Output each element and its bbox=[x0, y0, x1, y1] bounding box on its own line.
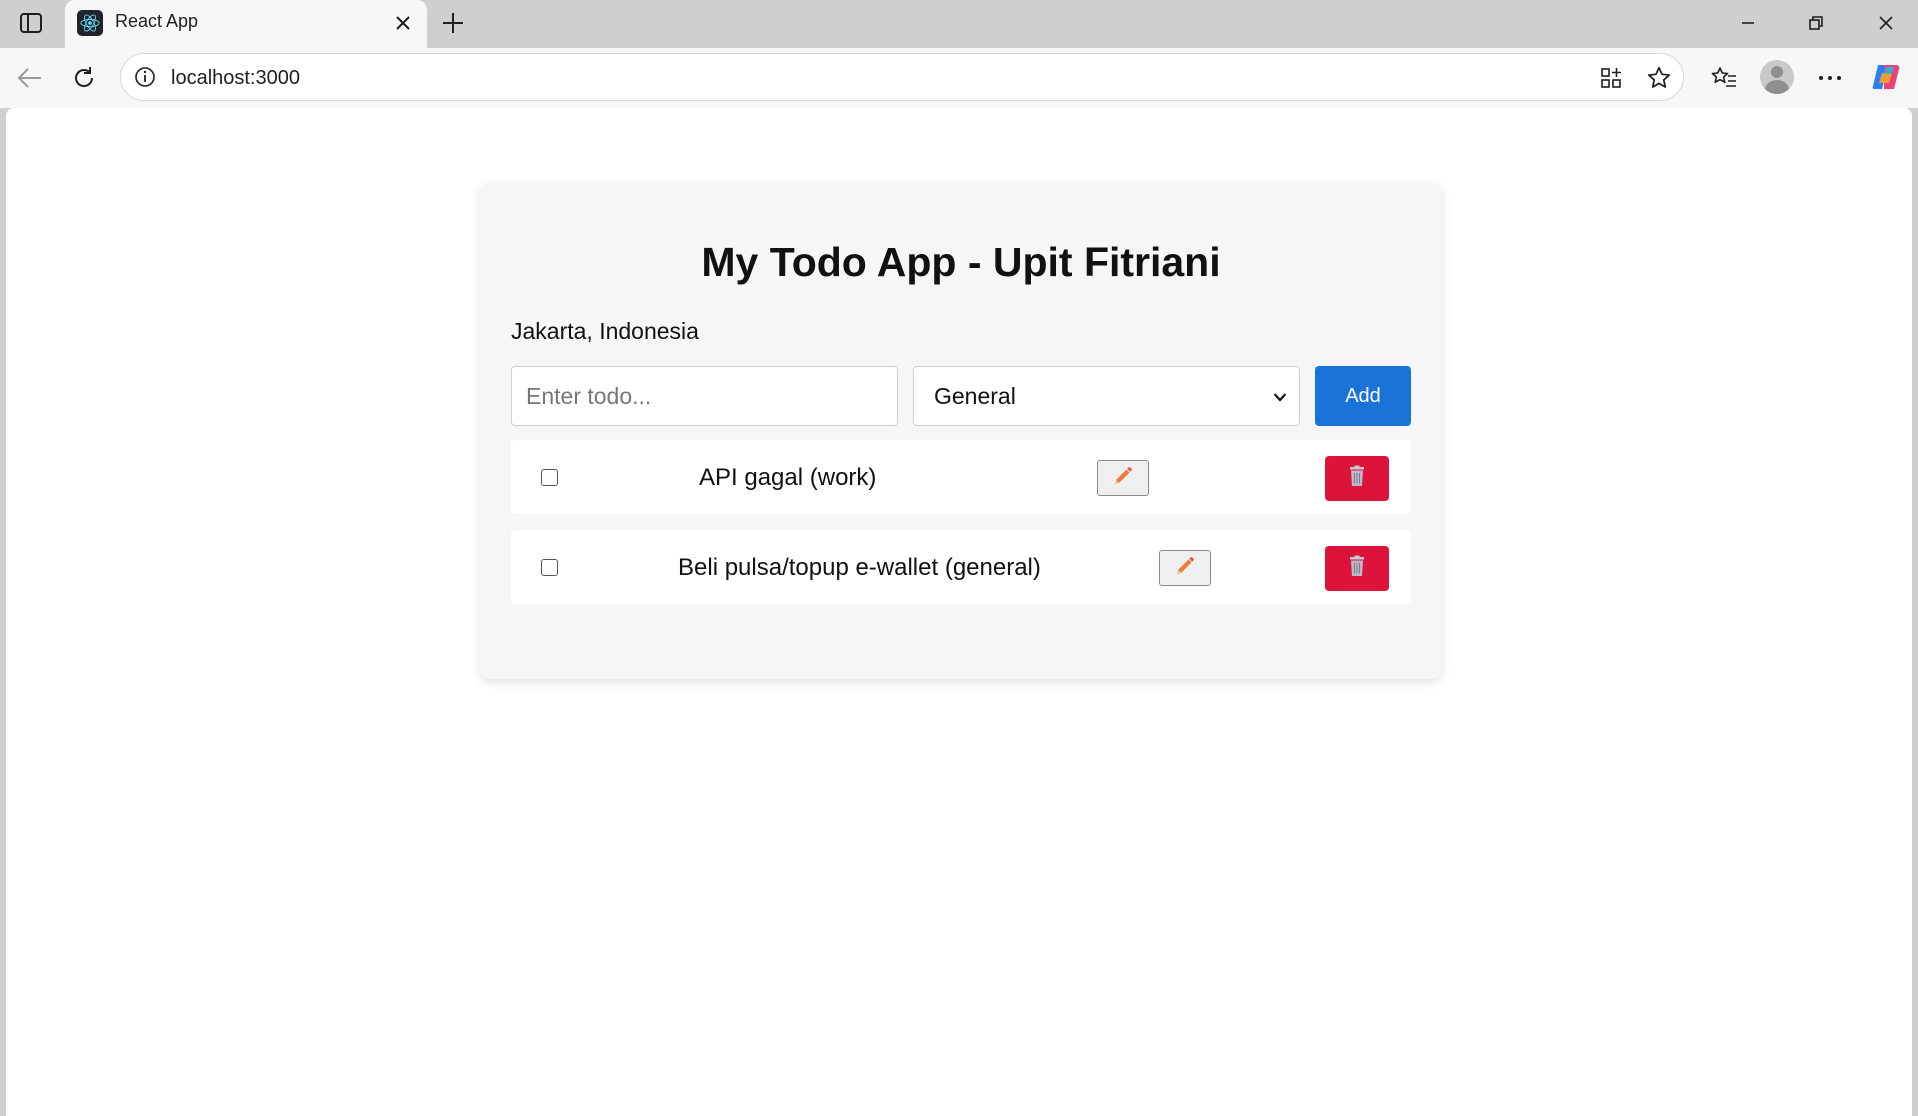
tab-close-icon[interactable] bbox=[391, 11, 415, 35]
browser-title-bar: React App bbox=[0, 0, 1918, 48]
new-tab-icon[interactable] bbox=[438, 8, 468, 38]
todo-item: Beli pulsa/topup e-wallet (general) bbox=[511, 530, 1411, 604]
minimize-icon[interactable] bbox=[1728, 8, 1768, 38]
sidebar-toggle-icon[interactable] bbox=[18, 10, 44, 36]
todo-text: API gagal (work) bbox=[699, 464, 877, 491]
back-arrow-icon[interactable] bbox=[12, 60, 48, 96]
app-title: My Todo App - Upit Fitriani bbox=[701, 239, 1221, 285]
pencil-icon bbox=[1174, 555, 1196, 582]
location-text: Jakarta, Indonesia bbox=[511, 318, 699, 344]
trash-icon bbox=[1348, 465, 1366, 492]
refresh-icon[interactable] bbox=[66, 60, 102, 96]
tab-title: React App bbox=[115, 11, 199, 31]
category-select[interactable]: General bbox=[913, 366, 1300, 426]
category-selected-value: General bbox=[934, 382, 1016, 409]
todo-text: Beli pulsa/topup e-wallet (general) bbox=[678, 554, 1041, 581]
pencil-icon bbox=[1112, 465, 1134, 492]
copilot-icon[interactable] bbox=[1870, 61, 1902, 93]
todo-checkbox[interactable] bbox=[541, 559, 558, 576]
site-info-icon[interactable] bbox=[133, 65, 157, 89]
app-available-icon[interactable] bbox=[1595, 62, 1627, 94]
delete-button[interactable] bbox=[1325, 546, 1389, 591]
edit-button[interactable] bbox=[1159, 550, 1211, 586]
profile-avatar[interactable] bbox=[1760, 60, 1794, 94]
favorites-list-icon[interactable] bbox=[1706, 60, 1742, 96]
edit-button[interactable] bbox=[1097, 460, 1149, 496]
todo-card: My Todo App - Upit Fitriani Jakarta, Ind… bbox=[480, 183, 1442, 679]
close-window-icon[interactable] bbox=[1866, 8, 1906, 38]
restore-icon[interactable] bbox=[1796, 8, 1836, 38]
address-bar[interactable]: localhost:3000 bbox=[120, 53, 1684, 101]
favorite-star-icon[interactable] bbox=[1643, 62, 1675, 94]
more-options-icon[interactable] bbox=[1812, 60, 1848, 96]
delete-button[interactable] bbox=[1325, 456, 1389, 501]
todo-item: API gagal (work) bbox=[511, 440, 1411, 514]
browser-toolbar: localhost:3000 bbox=[0, 48, 1918, 108]
browser-tab[interactable]: React App bbox=[65, 0, 427, 48]
chevron-down-icon bbox=[1271, 388, 1289, 406]
url-text: localhost:3000 bbox=[171, 67, 300, 89]
react-logo-icon bbox=[77, 10, 103, 36]
add-button[interactable]: Add bbox=[1315, 366, 1411, 426]
todo-checkbox[interactable] bbox=[541, 469, 558, 486]
todo-input[interactable] bbox=[511, 366, 898, 426]
page-viewport: My Todo App - Upit Fitriani Jakarta, Ind… bbox=[6, 108, 1912, 1116]
trash-icon bbox=[1348, 555, 1366, 582]
